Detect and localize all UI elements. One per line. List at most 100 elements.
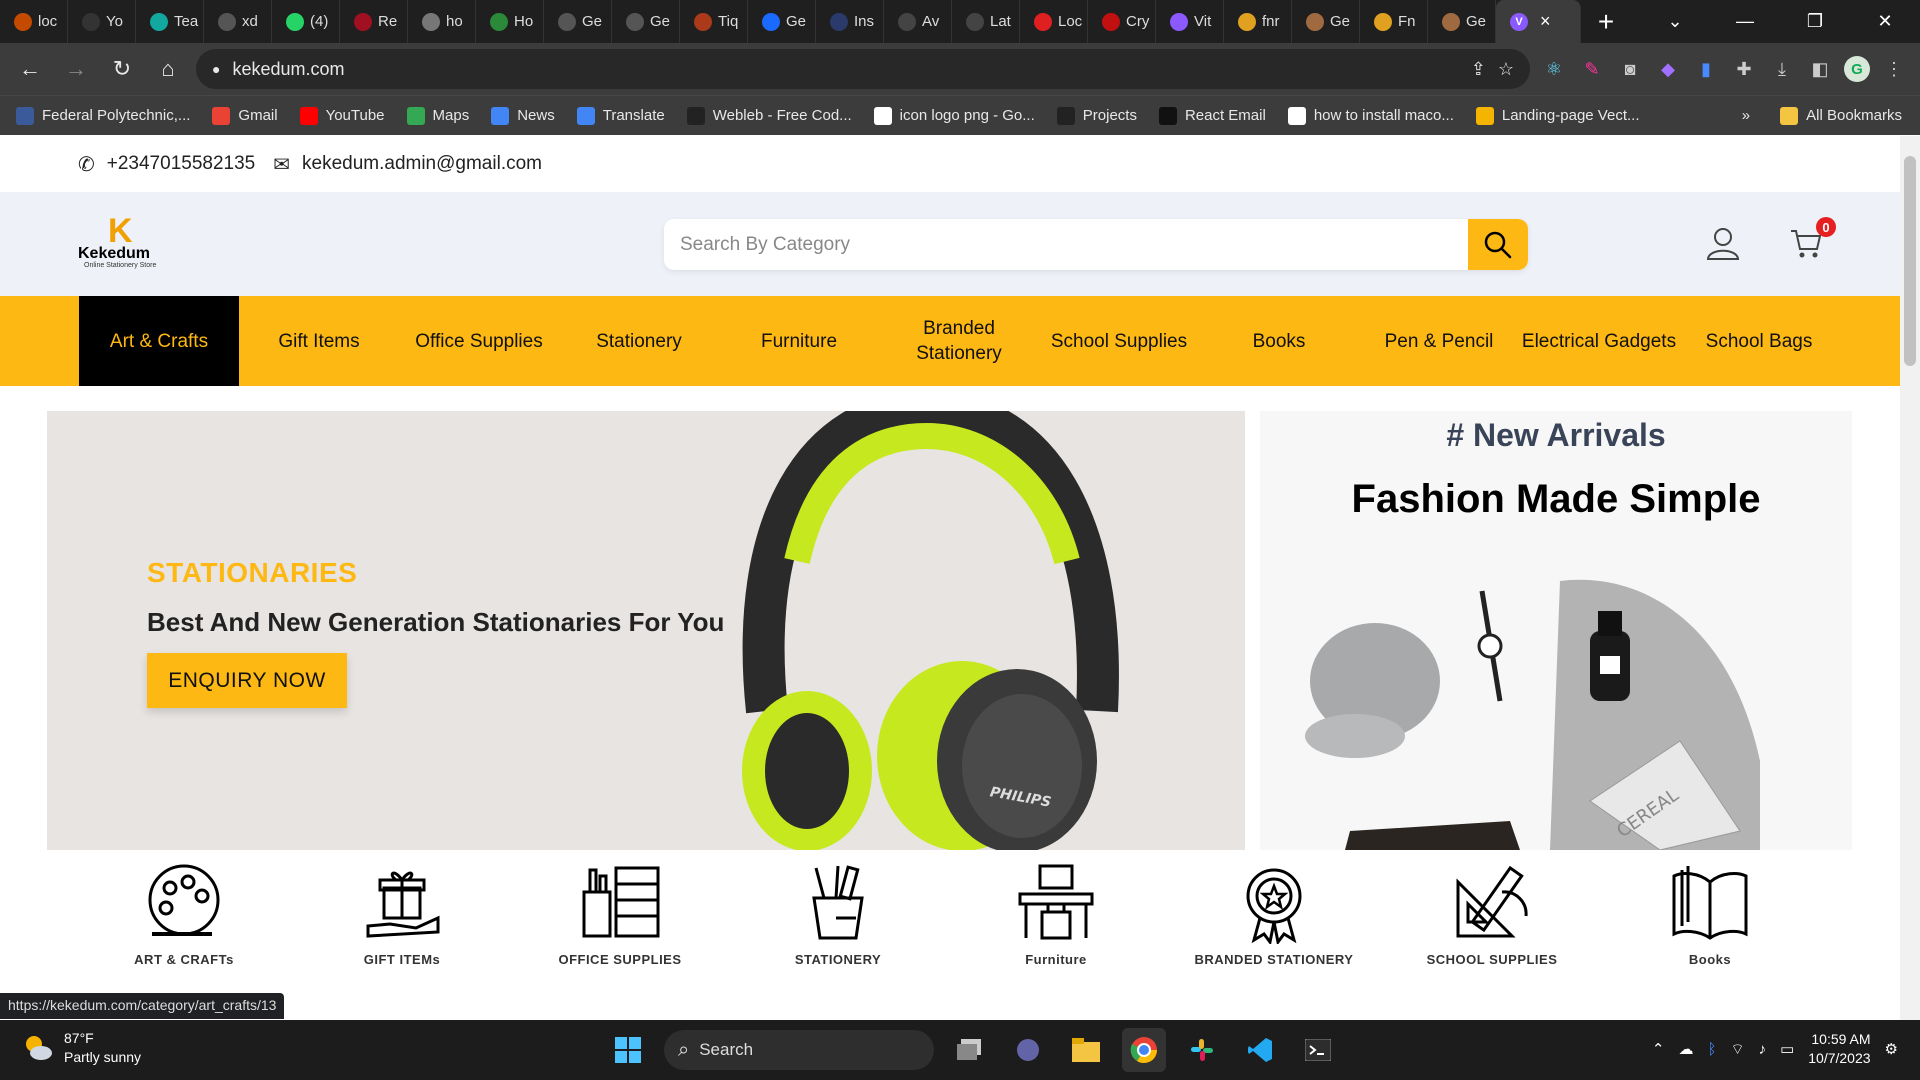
browser-tab[interactable]: Ho xyxy=(476,0,544,43)
weather-widget[interactable]: 87°F Partly sunny xyxy=(22,1029,141,1067)
user-account-icon[interactable] xyxy=(1706,226,1740,260)
vscode-icon[interactable] xyxy=(1238,1028,1282,1072)
nav-item[interactable]: Pen & Pencil xyxy=(1359,296,1519,386)
site-logo[interactable]: K Kekedum Online Stationery Store xyxy=(78,214,178,269)
browser-tab[interactable]: Cry xyxy=(1088,0,1156,43)
browser-tab[interactable]: Av xyxy=(884,0,952,43)
wifi-icon[interactable]: ⌔ xyxy=(1730,1040,1744,1059)
browser-tab[interactable]: Ins xyxy=(816,0,884,43)
downloads-icon[interactable]: ⤓ xyxy=(1768,55,1796,83)
category-tile[interactable]: Furniture xyxy=(956,862,1156,967)
all-bookmarks-button[interactable]: All Bookmarks xyxy=(1780,106,1902,125)
bookmark-item[interactable]: Projects xyxy=(1056,106,1137,125)
bookmark-item[interactable]: icon logo png - Go... xyxy=(873,106,1035,125)
side-panel-icon[interactable]: ◧ xyxy=(1806,55,1834,83)
docs-extension-icon[interactable]: ▮ xyxy=(1692,55,1720,83)
search-input[interactable] xyxy=(664,219,1468,270)
nav-item[interactable]: Office Supplies xyxy=(399,296,559,386)
category-tile[interactable]: SCHOOL SUPPLIES xyxy=(1392,862,1592,967)
category-tile[interactable]: Books xyxy=(1610,862,1810,967)
bluetooth-icon[interactable]: ᛒ xyxy=(1707,1041,1716,1058)
terminal-icon[interactable] xyxy=(1296,1028,1340,1072)
file-explorer-icon[interactable] xyxy=(1064,1028,1108,1072)
extension-purple-icon[interactable]: ◆ xyxy=(1654,55,1682,83)
back-arrow-icon[interactable]: ← xyxy=(12,51,48,87)
taskbar-search[interactable]: ⌕ Search xyxy=(664,1030,934,1070)
home-icon[interactable]: ⌂ xyxy=(150,51,186,87)
nav-item[interactable]: Stationery xyxy=(559,296,719,386)
browser-tab[interactable]: Ge xyxy=(1428,0,1496,43)
browser-tab[interactable]: Ge xyxy=(544,0,612,43)
browser-tab[interactable]: Ge xyxy=(748,0,816,43)
bookmark-item[interactable]: how to install maco... xyxy=(1287,106,1454,125)
active-tab[interactable]: V × xyxy=(1496,0,1581,43)
browser-tab[interactable]: ho xyxy=(408,0,476,43)
browser-tab[interactable]: Ge xyxy=(1292,0,1360,43)
window-close-icon[interactable]: ✕ xyxy=(1850,11,1920,32)
browser-tab[interactable]: Yo xyxy=(68,0,136,43)
enquiry-now-button[interactable]: ENQUIRY NOW xyxy=(147,653,347,708)
browser-tab[interactable]: Vit xyxy=(1156,0,1224,43)
profile-avatar[interactable]: G xyxy=(1844,56,1870,82)
color-picker-icon[interactable]: ✎ xyxy=(1578,55,1606,83)
restore-icon[interactable]: ❐ xyxy=(1780,11,1850,32)
extensions-puzzle-icon[interactable]: ✚ xyxy=(1730,55,1758,83)
nav-item[interactable]: School Bags xyxy=(1679,296,1839,386)
scrollbar-thumb[interactable] xyxy=(1904,156,1916,366)
browser-tab[interactable]: loc xyxy=(0,0,68,43)
bookmark-item[interactable]: News xyxy=(491,106,555,125)
email-address[interactable]: kekedum.admin@gmail.com xyxy=(302,153,542,175)
browser-tab[interactable]: Fn xyxy=(1360,0,1428,43)
onedrive-icon[interactable]: ☁ xyxy=(1678,1040,1693,1058)
browser-tab[interactable]: Tea xyxy=(136,0,204,43)
bookmark-item[interactable]: Webleb - Free Cod... xyxy=(686,106,852,125)
url-text[interactable]: kekedum.com xyxy=(232,59,1458,80)
battery-icon[interactable]: ▭ xyxy=(1780,1040,1794,1058)
browser-tab[interactable]: Lat xyxy=(952,0,1020,43)
notification-icon[interactable]: ⚙ xyxy=(1885,1040,1898,1058)
screenshot-icon[interactable]: ◙ xyxy=(1616,55,1644,83)
share-icon[interactable]: ⇪ xyxy=(1471,59,1486,80)
browser-tab[interactable]: xd xyxy=(204,0,272,43)
more-menu-icon[interactable]: ⋮ xyxy=(1880,55,1908,83)
task-view-icon[interactable] xyxy=(948,1028,992,1072)
browser-tab[interactable]: Tiq xyxy=(680,0,748,43)
teams-chat-icon[interactable] xyxy=(1006,1028,1050,1072)
bookmark-item[interactable]: YouTube xyxy=(299,106,385,125)
close-tab-icon[interactable]: × xyxy=(1540,11,1551,32)
nav-item[interactable]: Books xyxy=(1199,296,1359,386)
start-button[interactable] xyxy=(606,1028,650,1072)
bookmark-item[interactable]: Federal Polytechnic,... xyxy=(16,106,190,125)
category-tile[interactable]: GIFT ITEMs xyxy=(302,862,502,967)
category-tile[interactable]: BRANDED STATIONERY xyxy=(1174,862,1374,967)
site-info-icon[interactable]: ● xyxy=(212,61,220,77)
nav-item[interactable]: Branded Stationery xyxy=(879,296,1039,386)
page-scrollbar[interactable] xyxy=(1900,136,1920,1020)
volume-icon[interactable]: ♪ xyxy=(1759,1041,1767,1058)
forward-arrow-icon[interactable]: → xyxy=(58,51,94,87)
nav-item[interactable]: Art & Crafts xyxy=(79,296,239,386)
browser-tab[interactable]: (4) xyxy=(272,0,340,43)
show-hidden-icons-icon[interactable]: ⌃ xyxy=(1652,1040,1665,1058)
bookmark-item[interactable]: Maps xyxy=(406,106,469,125)
nav-item[interactable]: Furniture xyxy=(719,296,879,386)
bookmark-star-icon[interactable]: ☆ xyxy=(1498,59,1514,80)
nav-item[interactable]: Gift Items xyxy=(239,296,399,386)
nav-item[interactable]: School Supplies xyxy=(1039,296,1199,386)
browser-tab[interactable]: fnr xyxy=(1224,0,1292,43)
reload-icon[interactable]: ↻ xyxy=(104,51,140,87)
new-tab-button[interactable]: + xyxy=(1581,6,1631,38)
search-button[interactable] xyxy=(1468,219,1528,270)
clock[interactable]: 10:59 AM 10/7/2023 xyxy=(1808,1030,1870,1068)
bookmark-item[interactable]: Translate xyxy=(576,106,665,125)
browser-tab[interactable]: Ge xyxy=(612,0,680,43)
bookmark-item[interactable]: Gmail xyxy=(212,106,278,125)
new-arrivals-banner[interactable]: # New Arrivals Fashion Made Simple CEREA… xyxy=(1260,411,1852,850)
minimize-icon[interactable]: — xyxy=(1710,11,1780,32)
browser-tab[interactable]: Loc xyxy=(1020,0,1088,43)
browser-tab[interactable]: Re xyxy=(340,0,408,43)
react-devtools-icon[interactable]: ⚛ xyxy=(1540,55,1568,83)
phone-number[interactable]: +2347015582135 xyxy=(107,153,255,175)
category-tile[interactable]: ART & CRAFTs xyxy=(84,862,284,967)
address-bar[interactable]: ● kekedum.com ⇪ ☆ xyxy=(196,49,1530,89)
